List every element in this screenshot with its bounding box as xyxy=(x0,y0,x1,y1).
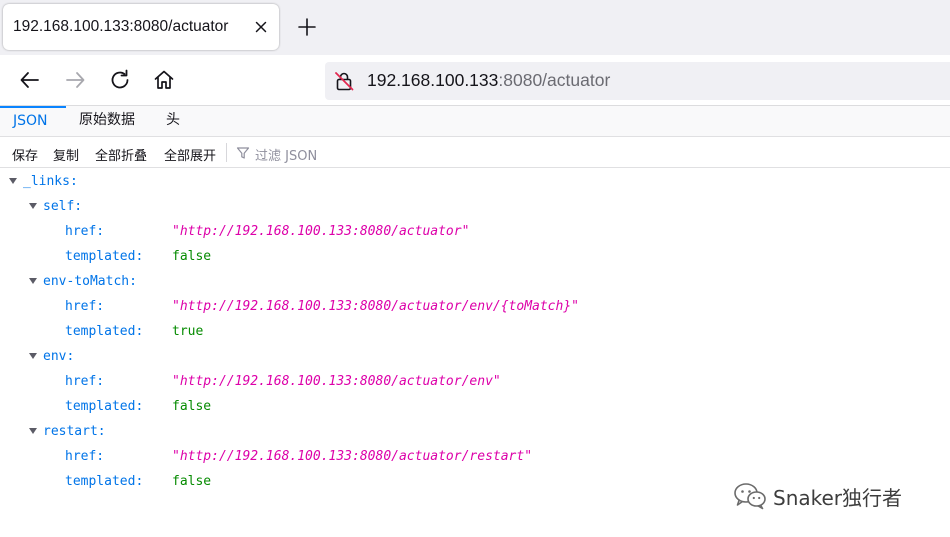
tree-row-href[interactable]: href: "http://192.168.100.133:8080/actua… xyxy=(0,444,950,469)
tree-row-href[interactable]: href: "http://192.168.100.133:8080/actua… xyxy=(0,294,950,319)
json-key: templated: xyxy=(65,399,144,414)
json-key: href: xyxy=(65,224,105,239)
json-key: self: xyxy=(43,199,83,214)
tab-json[interactable]: JSON xyxy=(0,106,66,137)
json-boolean-value: false xyxy=(172,249,212,264)
filter-json-input[interactable]: 过滤 JSON xyxy=(255,145,317,164)
json-key: restart: xyxy=(43,424,106,439)
watermark-text: Snaker独行者 xyxy=(773,485,903,510)
address-bar[interactable]: 192.168.100.133:8080/actuator xyxy=(325,62,950,100)
insecure-lock-icon[interactable] xyxy=(333,70,355,92)
expand-all-button[interactable]: 全部展开 xyxy=(164,145,216,164)
chevron-down-icon[interactable] xyxy=(29,427,37,434)
tab-strip: 192.168.100.133:8080/actuator xyxy=(0,0,950,55)
tree-row-templated[interactable]: templated: false xyxy=(0,244,950,269)
json-key: _links: xyxy=(23,174,78,189)
json-toolbar: 保存 复制 全部折叠 全部展开 过滤 JSON xyxy=(0,137,950,168)
watermark: Snaker独行者 xyxy=(733,481,902,511)
tree-row-self[interactable]: self: xyxy=(29,194,82,219)
navigation-bar: 192.168.100.133:8080/actuator xyxy=(0,55,950,105)
json-key: templated: xyxy=(65,249,144,264)
url-path: :8080/actuator xyxy=(498,70,611,90)
json-key: env-toMatch: xyxy=(43,274,137,289)
tab-headers[interactable]: 头 xyxy=(166,106,180,137)
tree-row-restart[interactable]: restart: xyxy=(29,419,106,444)
browser-tab[interactable]: 192.168.100.133:8080/actuator xyxy=(3,4,279,50)
chevron-down-icon[interactable] xyxy=(9,177,17,184)
json-boolean-value: false xyxy=(172,399,212,414)
json-key: href: xyxy=(65,299,105,314)
tree-row-root[interactable]: _links: xyxy=(9,169,78,194)
toolbar-divider xyxy=(226,143,227,162)
json-boolean-value: false xyxy=(172,474,212,489)
chevron-down-icon[interactable] xyxy=(29,352,37,359)
close-icon[interactable] xyxy=(249,15,273,39)
tree-row-href[interactable]: href: "http://192.168.100.133:8080/actua… xyxy=(0,369,950,394)
json-key: href: xyxy=(65,374,105,389)
wechat-icon xyxy=(734,483,766,510)
chevron-down-icon[interactable] xyxy=(29,277,37,284)
tree-row-href[interactable]: href: "http://192.168.100.133:8080/actua… xyxy=(0,219,950,244)
filter-icon xyxy=(236,147,250,159)
home-icon[interactable] xyxy=(151,67,177,93)
url-text[interactable]: 192.168.100.133:8080/actuator xyxy=(367,70,610,91)
collapse-all-button[interactable]: 全部折叠 xyxy=(95,145,147,164)
json-string-value: "http://192.168.100.133:8080/actuator/en… xyxy=(172,374,501,389)
tree-row-templated[interactable]: templated: false xyxy=(0,394,950,419)
chevron-down-icon[interactable] xyxy=(29,202,37,209)
json-string-value: "http://192.168.100.133:8080/actuator/en… xyxy=(172,299,579,314)
copy-button[interactable]: 复制 xyxy=(53,145,79,164)
tree-row-templated[interactable]: templated: true xyxy=(0,319,950,344)
url-host: 192.168.100.133 xyxy=(367,70,499,90)
tab-raw-data[interactable]: 原始数据 xyxy=(79,106,135,137)
tree-row-env-tomatch[interactable]: env-toMatch: xyxy=(29,269,137,294)
save-button[interactable]: 保存 xyxy=(12,145,38,164)
json-string-value: "http://192.168.100.133:8080/actuator/re… xyxy=(172,449,533,464)
tab-title: 192.168.100.133:8080/actuator xyxy=(13,18,229,35)
forward-arrow-icon[interactable] xyxy=(62,67,88,93)
json-string-value: "http://192.168.100.133:8080/actuator" xyxy=(172,224,470,239)
json-key: templated: xyxy=(65,324,144,339)
json-key: templated: xyxy=(65,474,144,489)
plus-icon[interactable] xyxy=(295,15,319,39)
tree-row-env[interactable]: env: xyxy=(29,344,74,369)
reload-icon[interactable] xyxy=(107,67,133,93)
back-arrow-icon[interactable] xyxy=(17,67,43,93)
json-boolean-value: true xyxy=(172,324,204,339)
json-key: env: xyxy=(43,349,75,364)
json-viewer-tabs: JSON 原始数据 头 xyxy=(0,105,950,137)
json-key: href: xyxy=(65,449,105,464)
